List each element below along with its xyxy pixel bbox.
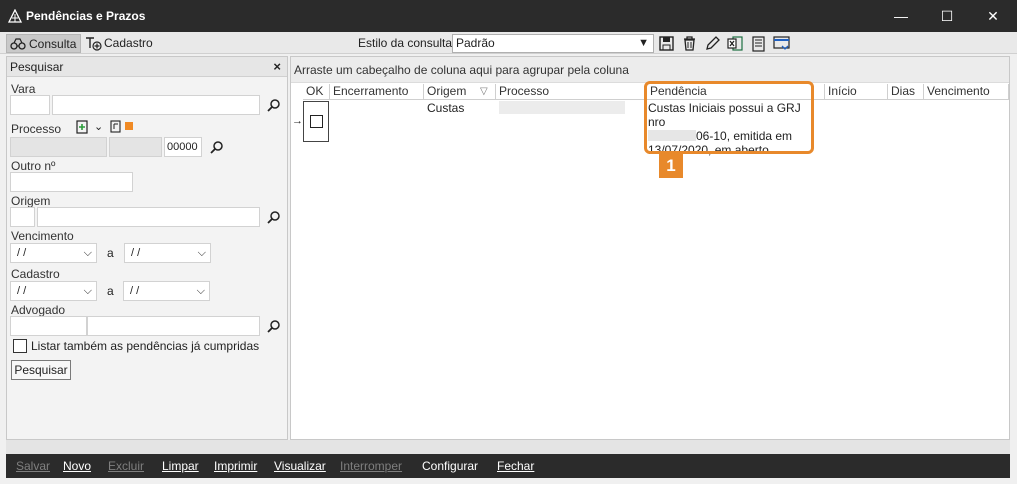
cadastro-to-select[interactable]: / / ⌵ (123, 281, 210, 301)
save-icon[interactable] (658, 35, 675, 52)
chevron-down-icon: ⌵ (83, 247, 92, 259)
chevron-down-icon: ⌵ (197, 247, 206, 259)
maximize-button[interactable]: ☐ (924, 0, 970, 32)
panel-close-icon[interactable]: × (273, 57, 281, 77)
interromper-button[interactable]: Interromper (340, 459, 402, 473)
vencimento-label: Vencimento (11, 229, 74, 243)
date-value: / / (130, 285, 140, 297)
pesquisar-button[interactable]: Pesquisar (11, 360, 71, 380)
origem-label: Origem (11, 194, 51, 208)
salvar-button[interactable]: Salvar (16, 459, 50, 473)
search-icon[interactable] (267, 210, 281, 224)
ok-cell[interactable] (303, 101, 329, 142)
processo-number-input[interactable] (10, 137, 107, 157)
origem-cell: Custas (427, 101, 465, 115)
status-indicator-icon (125, 122, 133, 130)
annotation-badge: 1 (659, 153, 683, 178)
excel-icon[interactable] (727, 35, 744, 52)
ok-checkbox[interactable] (310, 115, 323, 128)
highlight-box (644, 81, 814, 154)
column-header-inicio[interactable]: Início (825, 84, 888, 100)
title-bar: Pendências e Prazos — ☐ ✕ (0, 0, 1017, 32)
vara-label: Vara (11, 82, 36, 96)
list-cumpridas-checkbox[interactable] (13, 339, 27, 353)
vara-code-input[interactable] (10, 95, 50, 115)
novo-button[interactable]: Novo (63, 459, 91, 473)
column-header-origem-label: Origem (427, 84, 467, 98)
processo-suffix-input[interactable]: 00000 (164, 137, 202, 157)
search-panel-title: Pesquisar (10, 60, 64, 74)
tab-consulta[interactable]: Consulta (6, 34, 82, 53)
cadastro-label: Cadastro (11, 267, 60, 281)
vencimento-from-select[interactable]: / / ⌵ (10, 243, 97, 263)
advogado-label: Advogado (11, 303, 66, 317)
filter-icon[interactable]: ▽ (480, 84, 488, 99)
origem-code-input[interactable] (10, 207, 35, 227)
vara-name-input[interactable] (52, 95, 260, 115)
date-value: / / (131, 247, 141, 259)
binoculars-icon (10, 38, 26, 50)
range-separator: a (107, 246, 114, 260)
cadastro-from-select[interactable]: / / ⌵ (10, 281, 97, 301)
column-header-vencimento[interactable]: Vencimento (924, 84, 1009, 100)
processo-part-input[interactable] (109, 137, 162, 157)
visualizar-button[interactable]: Visualizar (274, 459, 326, 473)
app-icon (8, 9, 22, 23)
date-value: / / (17, 247, 27, 259)
date-value: / / (17, 285, 27, 297)
column-header-dias[interactable]: Dias (888, 84, 924, 100)
bottom-action-bar: Salvar Novo Excluir Limpar Imprimir Visu… (6, 454, 1010, 478)
outro-label: Outro nº (11, 159, 56, 173)
text-add-icon (86, 37, 102, 51)
group-by-bar[interactable]: Arraste um cabeçalho de coluna aqui para… (291, 57, 1009, 83)
column-header-processo[interactable]: Processo (496, 84, 647, 100)
estilo-select[interactable]: Padrão ▼ (452, 34, 654, 53)
tab-consulta-label: Consulta (29, 37, 77, 51)
search-panel: Pesquisar × Vara Processo ⌄ 00000 Outro … (6, 56, 288, 440)
advogado-name-input[interactable] (87, 316, 260, 336)
outro-input[interactable] (10, 172, 133, 192)
limpar-button[interactable]: Limpar (162, 459, 199, 473)
tab-cadastro-label: Cadastro (104, 36, 153, 50)
chevron-down-icon: ⌵ (83, 285, 92, 297)
column-header-origem[interactable]: Origem ▽ (424, 84, 496, 100)
imprimir-button[interactable]: Imprimir (214, 459, 257, 473)
chevron-down-icon: ▼ (638, 37, 649, 49)
search-icon[interactable] (267, 319, 281, 333)
processo-cell (499, 101, 625, 114)
processo-label: Processo (11, 122, 62, 136)
edit-icon[interactable] (704, 35, 721, 52)
origem-name-input[interactable] (37, 207, 260, 227)
estilo-value: Padrão (456, 36, 495, 50)
column-header-encerramento[interactable]: Encerramento (330, 84, 424, 100)
search-icon[interactable] (210, 140, 224, 154)
fechar-button[interactable]: Fechar (497, 459, 534, 473)
tab-cadastro[interactable]: Cadastro (82, 34, 157, 53)
minimize-button[interactable]: — (878, 0, 924, 32)
configurar-button[interactable]: Configurar (422, 459, 478, 473)
delete-icon[interactable] (681, 35, 698, 52)
row-indicator-icon: → (292, 115, 303, 127)
results-grid: Arraste um cabeçalho de coluna aqui para… (290, 56, 1010, 440)
search-icon[interactable] (267, 98, 281, 112)
report-icon[interactable] (750, 35, 767, 52)
excluir-button[interactable]: Excluir (108, 459, 144, 473)
estilo-label: Estilo da consulta (358, 36, 453, 50)
layout-icon[interactable] (773, 35, 790, 52)
chevron-down-icon[interactable]: ⌄ (94, 120, 103, 133)
horizontal-scrollbar[interactable] (6, 440, 1010, 454)
window-title: Pendências e Prazos (26, 9, 146, 23)
new-document-icon[interactable] (75, 120, 89, 134)
flag-icon[interactable] (110, 120, 122, 134)
chevron-down-icon: ⌵ (196, 285, 205, 297)
close-window-button[interactable]: ✕ (970, 0, 1016, 32)
column-header-ok[interactable]: OK (303, 84, 330, 100)
vencimento-to-select[interactable]: / / ⌵ (124, 243, 211, 263)
advogado-code-input[interactable] (10, 316, 87, 336)
range-separator: a (107, 284, 114, 298)
search-panel-header: Pesquisar × (7, 57, 287, 77)
list-cumpridas-label: Listar também as pendências já cumpridas (31, 339, 260, 353)
